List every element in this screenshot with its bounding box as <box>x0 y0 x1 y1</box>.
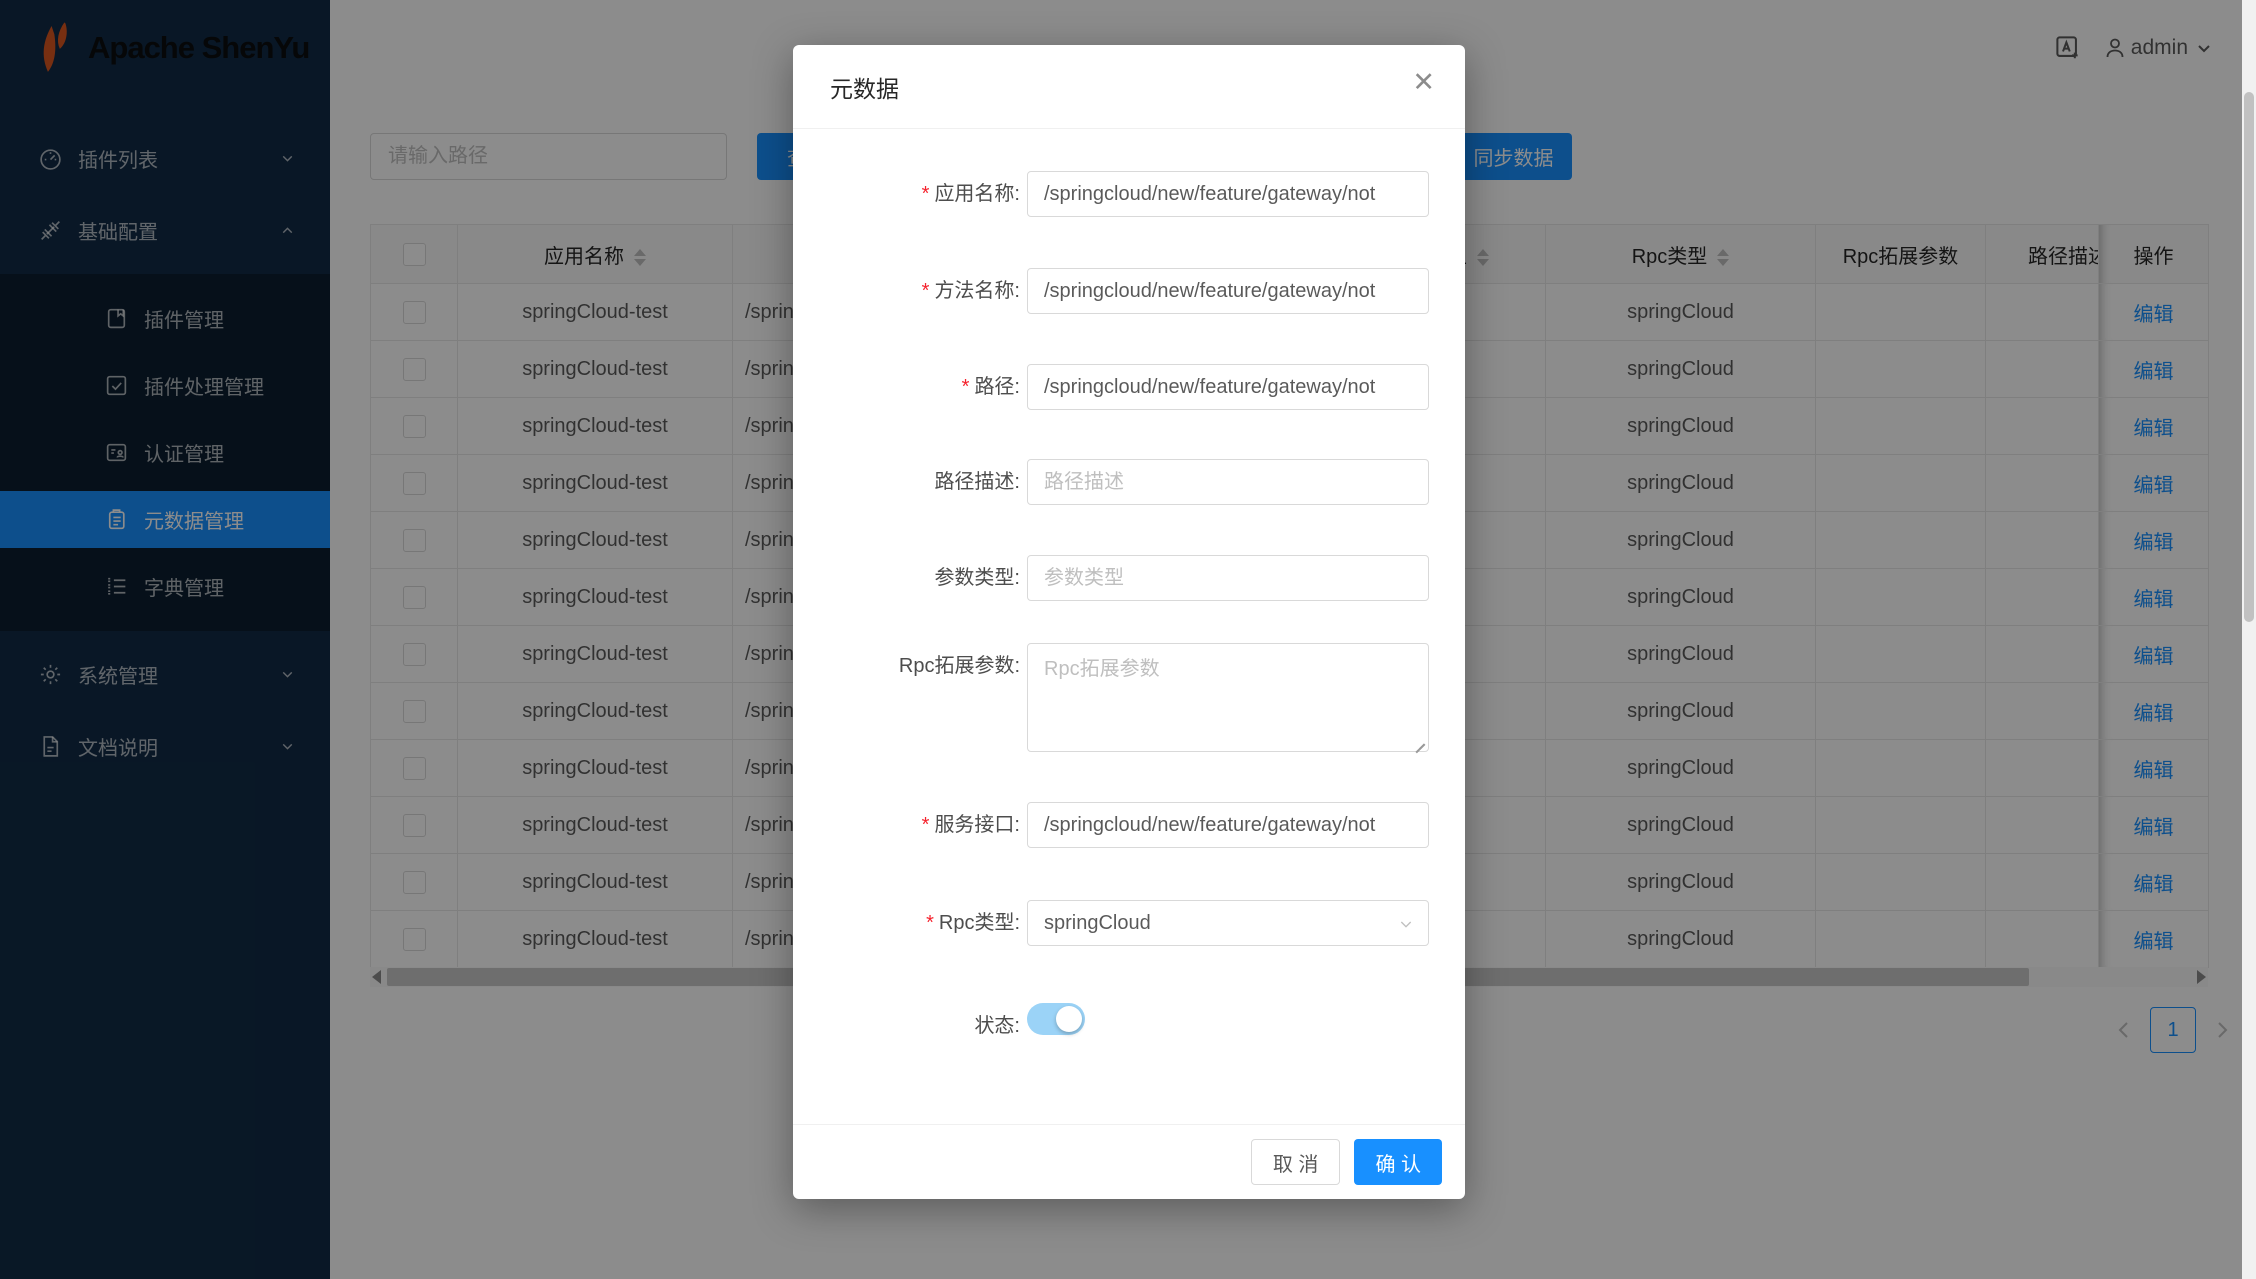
service-interface-field[interactable] <box>1027 802 1429 848</box>
rpc-ext-field[interactable] <box>1027 643 1429 752</box>
modal-title: 元数据 <box>830 70 899 104</box>
field-label: *应用名称: <box>793 171 1020 217</box>
path-desc-field[interactable] <box>1027 459 1429 505</box>
cancel-button[interactable]: 取 消 <box>1251 1139 1341 1185</box>
field-label: 参数类型: <box>793 555 1020 601</box>
metadata-modal: 元数据 ✕ *应用名称: *方法名称: *路径: 路径描述: 参数类型: <box>793 45 1465 1199</box>
status-toggle[interactable] <box>1027 1003 1085 1035</box>
method-name-field[interactable] <box>1027 268 1429 314</box>
field-label: *路径: <box>793 364 1020 410</box>
vertical-scrollbar-thumb[interactable] <box>2244 92 2254 622</box>
toggle-knob <box>1056 1006 1082 1032</box>
rpc-type-select[interactable]: springCloud <box>1027 900 1429 946</box>
modal-footer: 取 消 确 认 <box>793 1124 1465 1199</box>
modal-header: 元数据 ✕ <box>793 45 1465 129</box>
selected-value: springCloud <box>1044 912 1151 935</box>
app-name-field[interactable] <box>1027 171 1429 217</box>
required-asterisk: * <box>922 280 930 302</box>
field-label: 状态: <box>793 1003 1020 1049</box>
field-label: 路径描述: <box>793 459 1020 505</box>
required-asterisk: * <box>922 183 930 205</box>
field-label: *服务接口: <box>793 802 1020 848</box>
modal-form: *应用名称: *方法名称: *路径: 路径描述: 参数类型: Rpc拓展参数: <box>793 129 1465 1124</box>
required-asterisk: * <box>926 912 934 934</box>
param-type-field[interactable] <box>1027 555 1429 601</box>
chevron-down-icon <box>1398 916 1414 932</box>
required-asterisk: * <box>962 376 970 398</box>
field-label: *Rpc类型: <box>793 900 1020 946</box>
confirm-button[interactable]: 确 认 <box>1354 1139 1442 1185</box>
path-field[interactable] <box>1027 364 1429 410</box>
vertical-scrollbar[interactable] <box>2242 0 2256 1279</box>
close-icon[interactable]: ✕ <box>1412 69 1435 96</box>
required-asterisk: * <box>922 814 930 836</box>
field-label: *方法名称: <box>793 268 1020 314</box>
field-label: Rpc拓展参数: <box>793 643 1020 689</box>
